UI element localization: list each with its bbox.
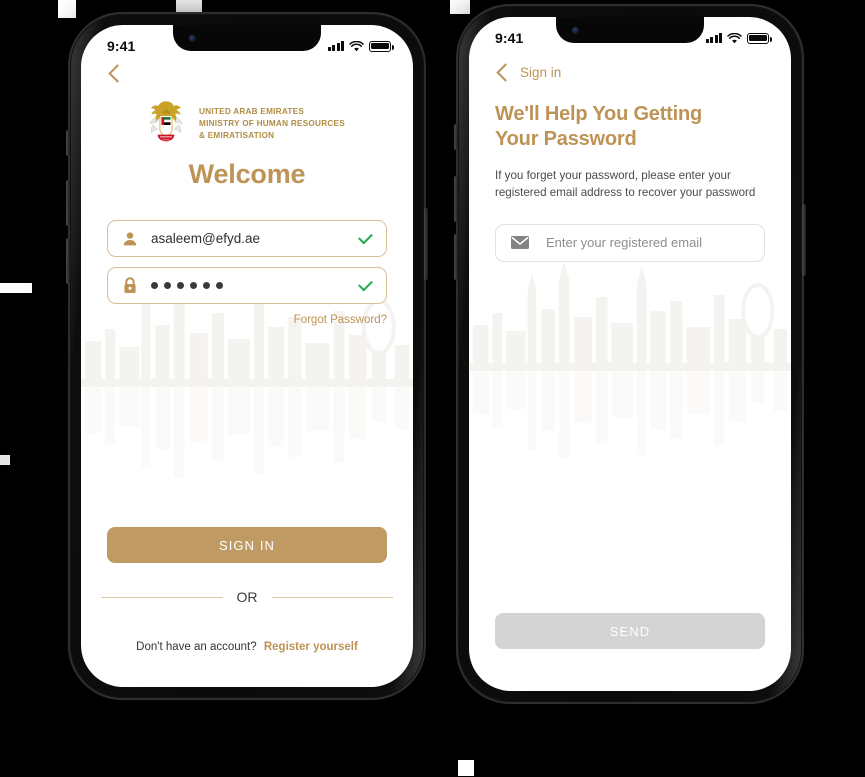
- back-chevron-icon: [496, 63, 515, 82]
- title-line-2: Your Password: [495, 128, 637, 150]
- registered-email-placeholder: Enter your registered email: [546, 235, 703, 251]
- phone-notch: [173, 25, 321, 51]
- divider-line-left: [101, 596, 223, 598]
- divider-or: OR: [101, 589, 393, 605]
- phone-mockup-forgot-password: 9:41 Sign in We'll Help You Getting Your…: [454, 4, 806, 704]
- battery-icon: [747, 32, 772, 44]
- logo-line-3: & EMIRATISATION: [199, 130, 275, 140]
- mute-switch[interactable]: [454, 124, 458, 150]
- volume-up-button[interactable]: [454, 176, 458, 222]
- wifi-icon: [349, 40, 364, 51]
- page-title-welcome: Welcome: [188, 159, 306, 189]
- email-field[interactable]: asaleem@efyd.ae: [107, 220, 387, 257]
- uae-falcon-emblem-icon: [149, 101, 183, 142]
- status-indicators: [705, 32, 772, 44]
- volume-down-button[interactable]: [454, 234, 458, 280]
- divider-label: OR: [236, 589, 258, 605]
- title-line-1: We'll Help You Getting: [495, 103, 703, 125]
- envelope-icon: [511, 236, 529, 250]
- phone-screen-forgot: 9:41 Sign in We'll Help You Getting Your…: [469, 17, 791, 691]
- signup-prompt: Don't have an account?: [136, 641, 257, 653]
- forgot-content: Sign in We'll Help You Getting Your Pass…: [469, 53, 791, 691]
- power-button[interactable]: [424, 208, 428, 280]
- forgot-password-link[interactable]: Forgot Password?: [107, 314, 387, 326]
- lock-icon: [124, 277, 136, 293]
- battery-icon: [369, 40, 394, 52]
- status-time: 9:41: [107, 38, 136, 54]
- render-artifact: [458, 760, 474, 776]
- email-value: asaleem@efyd.ae: [151, 231, 261, 246]
- back-to-signin-link[interactable]: Sign in: [495, 53, 765, 82]
- status-time: 9:41: [495, 30, 524, 46]
- register-link[interactable]: Register yourself: [264, 641, 358, 653]
- render-artifact: [450, 0, 470, 14]
- volume-up-button[interactable]: [66, 180, 70, 226]
- front-camera-icon: [189, 34, 196, 42]
- page-title-forgot: We'll Help You Getting Your Password: [495, 102, 765, 152]
- signin-content: UNITED ARAB EMIRATES MINISTRY OF HUMAN R…: [81, 61, 413, 687]
- registered-email-field[interactable]: Enter your registered email: [495, 223, 765, 262]
- render-artifact: [58, 0, 76, 18]
- front-camera-icon: [572, 26, 579, 34]
- phone-notch: [556, 17, 704, 43]
- signal-bars-icon: [327, 41, 344, 51]
- volume-down-button[interactable]: [66, 238, 70, 284]
- check-icon: [358, 229, 373, 245]
- back-chevron-icon: [108, 64, 127, 83]
- ministry-logo-text: UNITED ARAB EMIRATES MINISTRY OF HUMAN R…: [199, 106, 345, 142]
- render-artifact: [0, 283, 32, 293]
- password-field[interactable]: [107, 267, 387, 304]
- wifi-icon: [727, 32, 742, 43]
- sign-in-button[interactable]: SIGN IN: [107, 527, 387, 563]
- logo-line-1: UNITED ARAB EMIRATES: [199, 107, 305, 117]
- check-icon: [358, 276, 373, 292]
- logo-line-2: MINISTRY OF HUMAN RESOURCES: [199, 119, 345, 129]
- status-indicators: [327, 40, 394, 52]
- password-dots: [151, 282, 346, 289]
- phone-screen-signin: 9:41 UNITED ARAB EMIRATES MINISTRY OF HU…: [81, 25, 413, 687]
- password-value: [151, 282, 346, 289]
- divider-line-right: [271, 596, 393, 598]
- phone-mockup-signin: 9:41 UNITED ARAB EMIRATES MINISTRY OF HU…: [66, 12, 428, 700]
- person-icon: [123, 231, 137, 245]
- render-artifact: [0, 455, 10, 465]
- power-button[interactable]: [802, 204, 806, 276]
- back-button-signin[interactable]: [107, 61, 387, 95]
- signal-bars-icon: [705, 33, 722, 43]
- forgot-description: If you forget your password, please ente…: [495, 169, 756, 199]
- mute-switch[interactable]: [66, 130, 70, 156]
- signup-row: Don't have an account? Register yourself: [81, 641, 413, 653]
- send-button[interactable]: SEND: [495, 613, 765, 649]
- ministry-logo: UNITED ARAB EMIRATES MINISTRY OF HUMAN R…: [143, 99, 345, 149]
- screenshot-stage: 9:41 UNITED ARAB EMIRATES MINISTRY OF HU…: [0, 0, 865, 777]
- back-label: Sign in: [520, 65, 562, 80]
